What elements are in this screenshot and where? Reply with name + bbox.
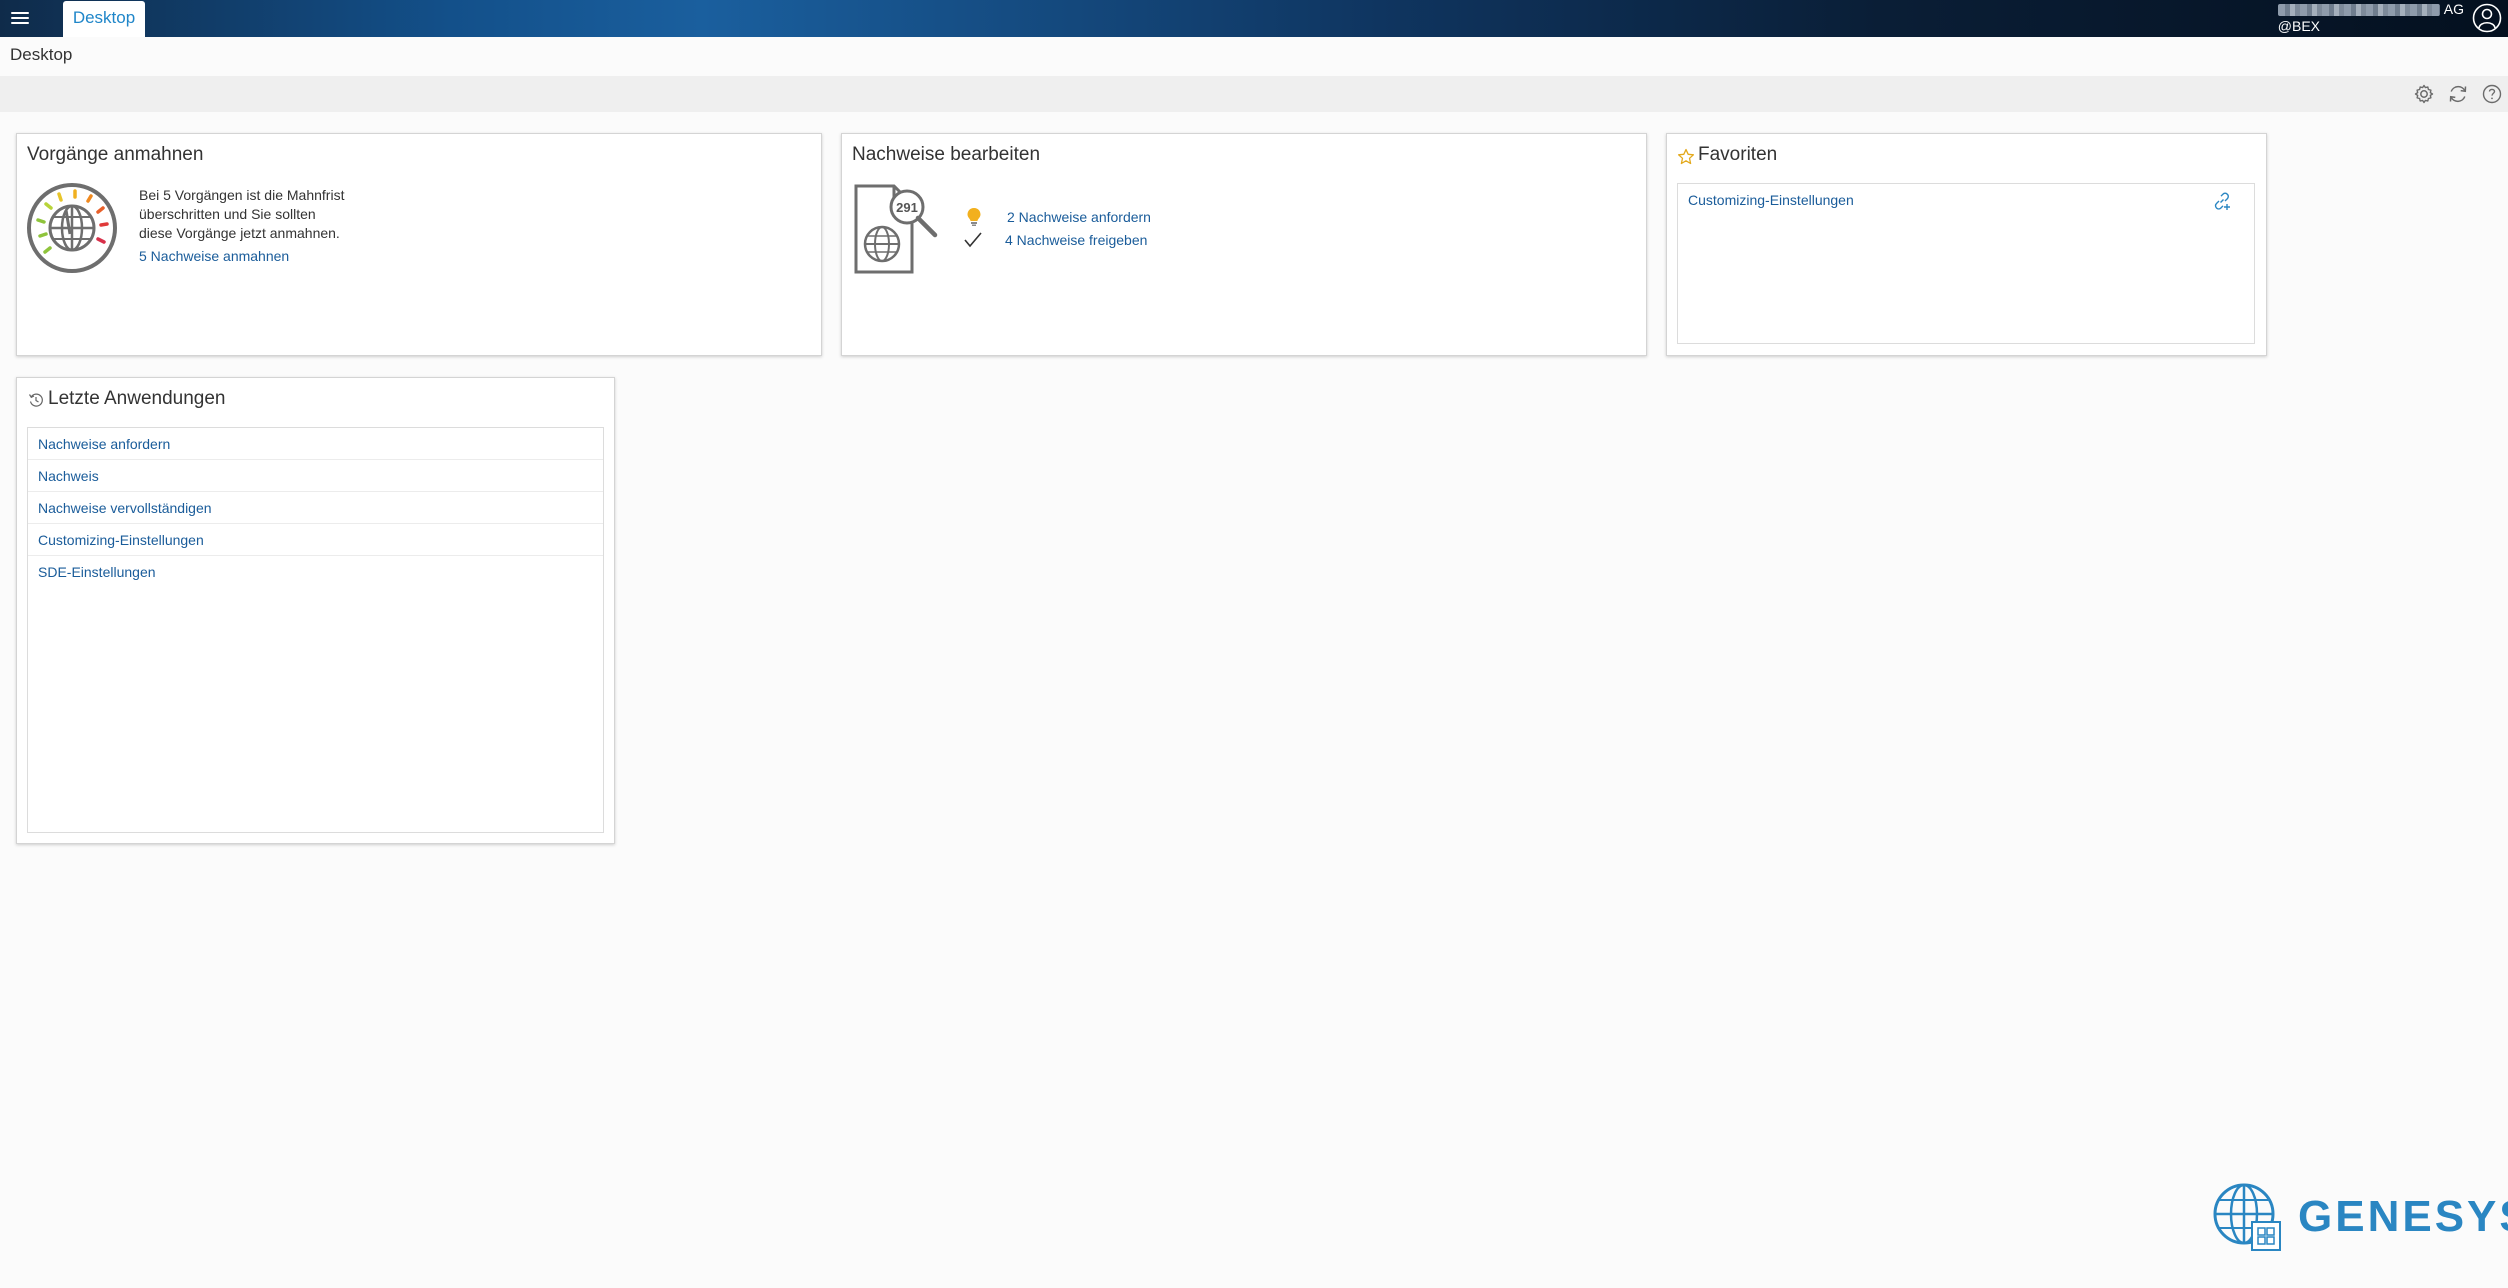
list-item: SDE-Einstellungen (28, 556, 603, 588)
top-bar: Desktop AG @BEX (0, 0, 2508, 37)
menu-icon[interactable] (8, 6, 32, 30)
recent-app-link[interactable]: Nachweise vervollständigen (38, 500, 212, 516)
favorite-item-link[interactable]: Customizing-Einstellungen (1688, 192, 1854, 208)
panel-title: Favoriten (1698, 144, 1778, 165)
checkmark-icon (964, 232, 982, 248)
company-suffix: AG (2443, 1, 2464, 17)
panel-nachweise-bearbeiten: Nachweise bearbeiten 291 2 Nachweise anf… (841, 133, 1647, 356)
list-item: Nachweise vervollständigen (28, 492, 603, 524)
tab-desktop[interactable]: Desktop (63, 1, 145, 37)
user-info: AG @BEX (2277, 1, 2464, 35)
list-item: Customizing-Einstellungen (28, 524, 603, 556)
panel-favoriten: Favoriten Customizing-Einstellungen (1666, 133, 2267, 356)
document-globe-icon: 291 (854, 184, 938, 274)
deadline-globe-icon (27, 183, 117, 273)
logo-globe-icon (2213, 1183, 2281, 1251)
recent-app-link[interactable]: SDE-Einstellungen (38, 564, 156, 580)
panel-title: Letzte Anwendungen (48, 388, 226, 409)
panel-title: Nachweise bearbeiten (852, 144, 1041, 165)
panel-letzte-anwendungen: Letzte Anwendungen Nachweise anfordern N… (16, 377, 615, 844)
favorites-list: Customizing-Einstellungen (1677, 183, 2255, 344)
recent-app-link[interactable]: Customizing-Einstellungen (38, 532, 204, 548)
refresh-icon[interactable] (2446, 82, 2470, 106)
list-item: Nachweise anfordern (28, 428, 603, 460)
panel-title: Vorgänge anmahnen (27, 144, 204, 165)
breadcrumb: Desktop (10, 45, 73, 64)
nachweise-freigeben-link[interactable]: 4 Nachweise freigeben (1005, 232, 1147, 248)
star-icon (1677, 148, 1695, 165)
redacted-company-name (2277, 4, 2440, 17)
gear-icon[interactable] (2412, 82, 2436, 106)
nachweise-anfordern-link[interactable]: 2 Nachweise anfordern (1007, 209, 1151, 225)
toolbar (0, 76, 2508, 112)
lightbulb-icon (967, 208, 981, 226)
help-icon[interactable] (2480, 82, 2504, 106)
user-icon[interactable] (2472, 3, 2502, 33)
recent-app-link[interactable]: Nachweis (38, 468, 99, 484)
anmahnen-link[interactable]: 5 Nachweise anmahnen (139, 248, 289, 264)
recent-apps-list: Nachweise anfordern Nachweis Nachweise v… (27, 427, 604, 833)
link-add-icon[interactable] (2212, 191, 2232, 211)
document-badge-number: 291 (896, 200, 918, 215)
reminder-text: Bei 5 Vorgängen ist die Mahnfrist übersc… (139, 187, 345, 241)
logo-text: GENESYS (2298, 1192, 2508, 1241)
list-item: Nachweis (28, 460, 603, 492)
user-line: @BEX (2277, 18, 2320, 34)
genesys-logo: GENESYS (2212, 1180, 2508, 1252)
panel-vorgaenge-anmahnen: Vorgänge anmahnen Bei 5 Vorgängen ist di… (16, 133, 822, 356)
recent-app-link[interactable]: Nachweise anfordern (38, 436, 170, 452)
history-icon (28, 393, 43, 407)
